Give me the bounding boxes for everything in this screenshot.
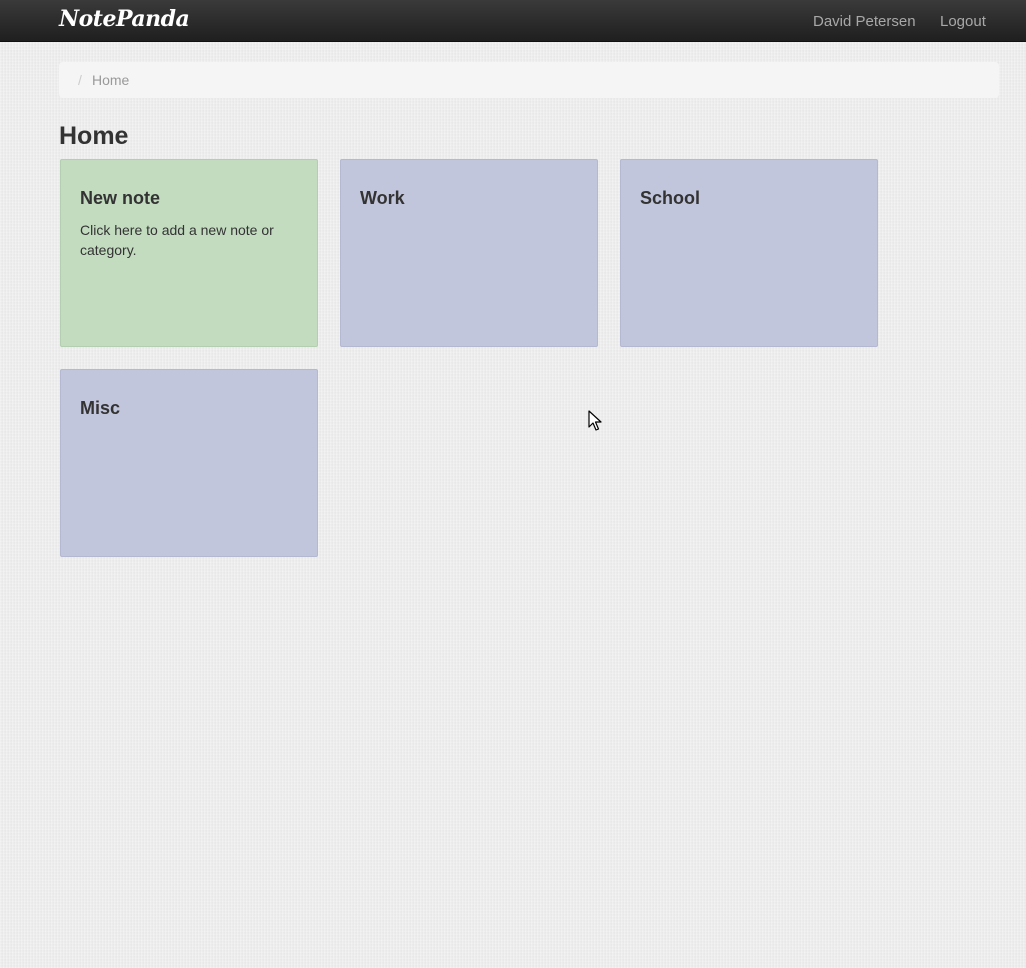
breadcrumb: / Home	[59, 62, 999, 98]
top-navbar: NotePanda David Petersen Logout	[0, 0, 1026, 42]
tile-title: Misc	[80, 398, 121, 418]
category-tile-misc[interactable]: Misc	[60, 369, 318, 557]
page-title: Home	[59, 122, 129, 150]
breadcrumb-divider: /	[78, 72, 82, 88]
category-tile-school[interactable]: School	[620, 159, 878, 347]
tile-title: Work	[360, 188, 405, 208]
new-note-tile[interactable]: New note Click here to add a new note or…	[60, 159, 318, 347]
logout-link[interactable]: Logout	[940, 13, 986, 30]
user-name-link[interactable]: David Petersen	[813, 13, 916, 30]
brand-logo[interactable]: NotePanda	[59, 6, 190, 32]
category-tile-work[interactable]: Work	[340, 159, 598, 347]
mouse-cursor-icon	[588, 410, 602, 431]
breadcrumb-home: Home	[92, 72, 130, 88]
tile-title: School	[640, 188, 701, 208]
tile-description: Click here to add a new note or category…	[80, 222, 274, 258]
tile-title: New note	[80, 188, 161, 208]
